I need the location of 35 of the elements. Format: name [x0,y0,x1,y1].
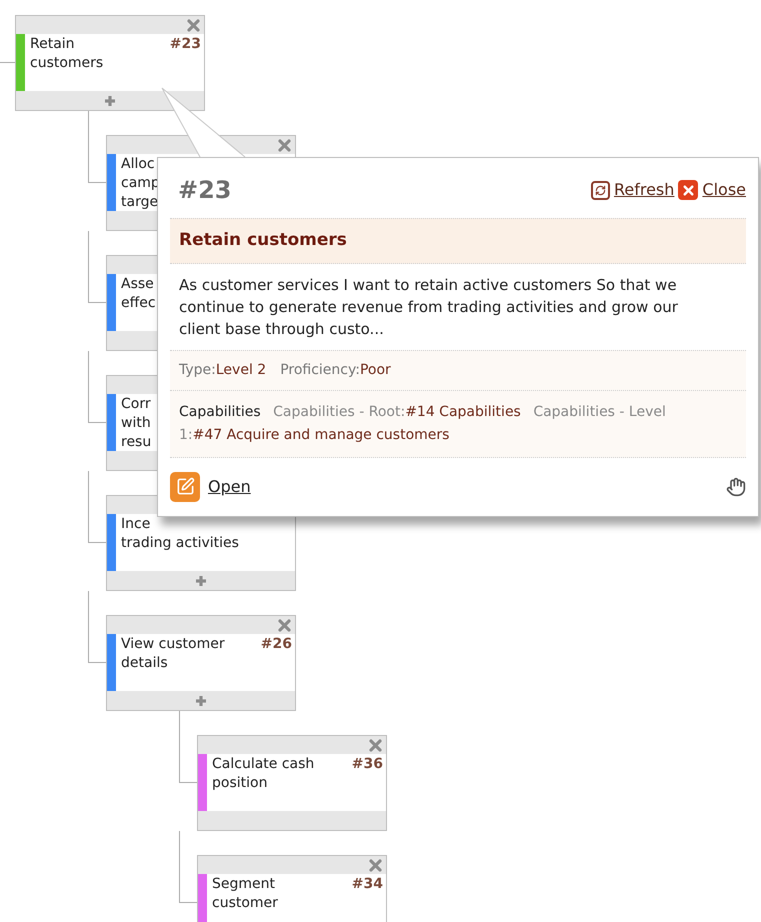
expand-icon[interactable] [104,94,116,106]
close-icon[interactable] [187,18,200,32]
node-title: Corr with resu [121,395,152,452]
node-title: Retain customers [30,35,104,73]
node-title: Asse effec [121,275,156,313]
property-text: Proficiency:Poor [280,360,391,380]
node-number: #36 [352,755,383,774]
popup-number: #23 [178,175,232,206]
edit-icon[interactable] [170,472,200,502]
node-card[interactable]: Retain customers #23 [15,15,205,111]
node-number: #26 [260,635,292,654]
popup-title: Retain customers [179,230,347,250]
node-number: #34 [352,875,383,894]
expand-icon[interactable] [195,694,207,706]
node-title: Segment customer [212,875,279,913]
node-card[interactable]: Segment customer #34 [197,855,387,922]
refresh-link[interactable]: Refresh [614,178,674,202]
node-number: #23 [170,35,201,54]
node-title: Calculate cash position [212,755,316,793]
close-link[interactable]: Close [702,178,746,202]
node-card[interactable]: View customer details #26 [106,615,296,711]
close-icon[interactable] [278,618,291,632]
description: As customer services I want to retain active customers So that we continue to generate revenue from trading activities and grow our client base through custo... [178,274,679,340]
node-title: Ince trading activities [121,515,239,553]
capabilities-text: Capabilities Capabilities - Root:#14 Capabilities Capabilities - Level 1:#47 Acquire and manage customers [170,390,746,458]
close-icon[interactable] [678,180,698,200]
property-text: Type:Level 2 [179,360,266,380]
refresh-icon[interactable] [590,180,610,200]
expand-icon[interactable] [195,574,207,586]
node-card[interactable]: Calculate cash position #36 [197,735,387,831]
close-icon[interactable] [369,738,382,752]
node-title: View customer details [121,635,226,673]
hand-icon[interactable] [726,476,746,496]
close-icon[interactable] [369,858,382,872]
close-icon[interactable] [278,138,291,152]
